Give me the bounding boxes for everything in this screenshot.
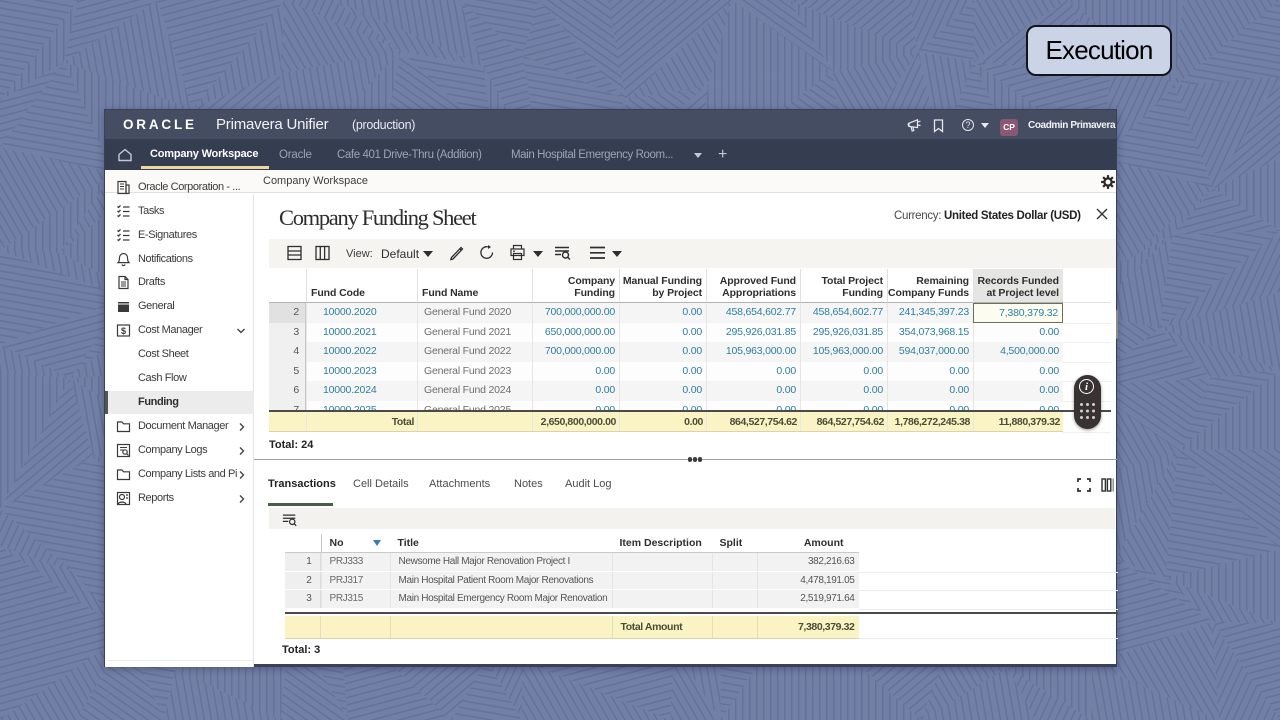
svg-text:$: $ <box>121 326 126 336</box>
